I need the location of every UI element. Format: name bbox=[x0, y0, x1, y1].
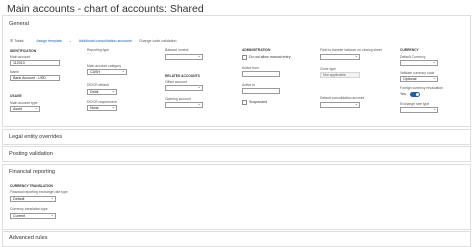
exchange-rate-type-label: Exchange rate type bbox=[400, 102, 430, 106]
translation-type-label: Currency translation type bbox=[10, 207, 48, 211]
foreign-reval-toggle[interactable] bbox=[410, 92, 420, 97]
legal-entity-overrides-header[interactable]: Legal entity overrides bbox=[9, 134, 62, 140]
balance-control-select[interactable] bbox=[165, 54, 203, 60]
main-account-field[interactable]: 112010 bbox=[10, 60, 60, 66]
change-validation-button[interactable]: Change code validation bbox=[139, 39, 177, 43]
close-type-field: Not applicable bbox=[320, 72, 360, 78]
related-accounts-header: Related accounts bbox=[165, 74, 200, 78]
debit-credit-default-select[interactable]: Debit bbox=[87, 89, 117, 95]
foreign-reval-value: Yes bbox=[400, 92, 406, 96]
main-account-category-label: Main account category bbox=[87, 64, 122, 68]
default-currency-label: Default Currency bbox=[400, 55, 426, 59]
main-account-category-select[interactable]: CASH bbox=[87, 69, 127, 75]
main-account-label: Main account bbox=[10, 55, 31, 59]
reporting-type-dots: ·· bbox=[87, 51, 92, 57]
field-to-transfer-label: Field to transfer balance on closing she… bbox=[320, 48, 382, 52]
currency-header: Currency bbox=[400, 48, 419, 52]
name-field[interactable]: Bank Account - USD bbox=[10, 75, 60, 81]
default-consolidation-select[interactable] bbox=[320, 102, 360, 108]
default-consolidation-label: Default consolidation account bbox=[320, 96, 365, 100]
main-account-type-select[interactable]: Asset bbox=[10, 106, 40, 112]
general-toolbar: ☰ Totals Assign template ⌄ Additional co… bbox=[10, 39, 182, 43]
opening-account-label: Opening account bbox=[165, 97, 191, 101]
page-title: Main accounts - chart of accounts: Share… bbox=[7, 3, 204, 15]
financial-reporting-section: Financial reporting bbox=[2, 164, 471, 230]
administration-header: Administration bbox=[242, 48, 271, 52]
active-to-label: Active to bbox=[242, 83, 256, 87]
identification-header: Identification bbox=[10, 49, 37, 53]
debit-credit-default-label: DE/CR default bbox=[87, 83, 109, 87]
validate-currency-select[interactable]: Optional bbox=[400, 76, 438, 82]
advanced-rules-header[interactable]: Advanced rules bbox=[9, 235, 48, 241]
posting-validation-section[interactable]: Posting validation bbox=[2, 146, 471, 162]
close-type-label: Close type bbox=[320, 67, 337, 71]
main-account-type-label: Main account type bbox=[10, 101, 38, 105]
posting-validation-header[interactable]: Posting validation bbox=[9, 151, 53, 157]
opening-account-select[interactable] bbox=[165, 102, 203, 108]
financial-reporting-header[interactable]: Financial reporting bbox=[9, 169, 55, 175]
suspended-checkbox[interactable] bbox=[242, 100, 247, 105]
assign-template-button[interactable]: Assign template ⌄ bbox=[36, 39, 72, 43]
active-to-field[interactable] bbox=[242, 88, 280, 94]
debit-credit-requirement-select[interactable]: None bbox=[87, 105, 117, 111]
consolidation-accounts-button[interactable]: Additional consolidation accounts bbox=[79, 39, 132, 43]
usage-header: Usage bbox=[10, 94, 22, 98]
balance-control-label: Balance control bbox=[165, 48, 189, 52]
exchange-rate-type-select[interactable] bbox=[400, 107, 438, 113]
offset-account-label: Offset account bbox=[165, 80, 187, 84]
translation-type-select[interactable]: Current bbox=[10, 213, 56, 219]
advanced-rules-section[interactable]: Advanced rules bbox=[2, 231, 471, 247]
rate-type-label: Financial reporting exchange rate type bbox=[10, 190, 68, 194]
rate-type-select[interactable]: Default bbox=[10, 196, 56, 202]
default-currency-select[interactable] bbox=[400, 60, 438, 66]
do-not-allow-manual-entry-checkbox[interactable] bbox=[242, 55, 247, 60]
field-to-transfer-select[interactable] bbox=[320, 54, 360, 60]
suspended-label: Suspended bbox=[249, 100, 268, 104]
currency-translation-header: Currency translation bbox=[10, 184, 53, 188]
validate-currency-label: Validate currency code bbox=[400, 71, 435, 75]
active-from-field[interactable] bbox=[242, 71, 280, 77]
active-from-label: Active from bbox=[242, 66, 259, 70]
foreign-reval-label: Foreign currency revaluation bbox=[400, 86, 443, 90]
general-header[interactable]: General bbox=[9, 21, 29, 27]
name-label: Name bbox=[10, 70, 20, 74]
offset-account-select[interactable] bbox=[165, 85, 203, 91]
legal-entity-overrides-section[interactable]: Legal entity overrides bbox=[2, 129, 471, 145]
totals-button[interactable]: ☰ Totals bbox=[10, 39, 30, 43]
debit-credit-requirement-label: DE/CR requirement bbox=[87, 100, 117, 104]
do-not-allow-manual-entry-label: Do not allow manual entry bbox=[249, 55, 291, 59]
